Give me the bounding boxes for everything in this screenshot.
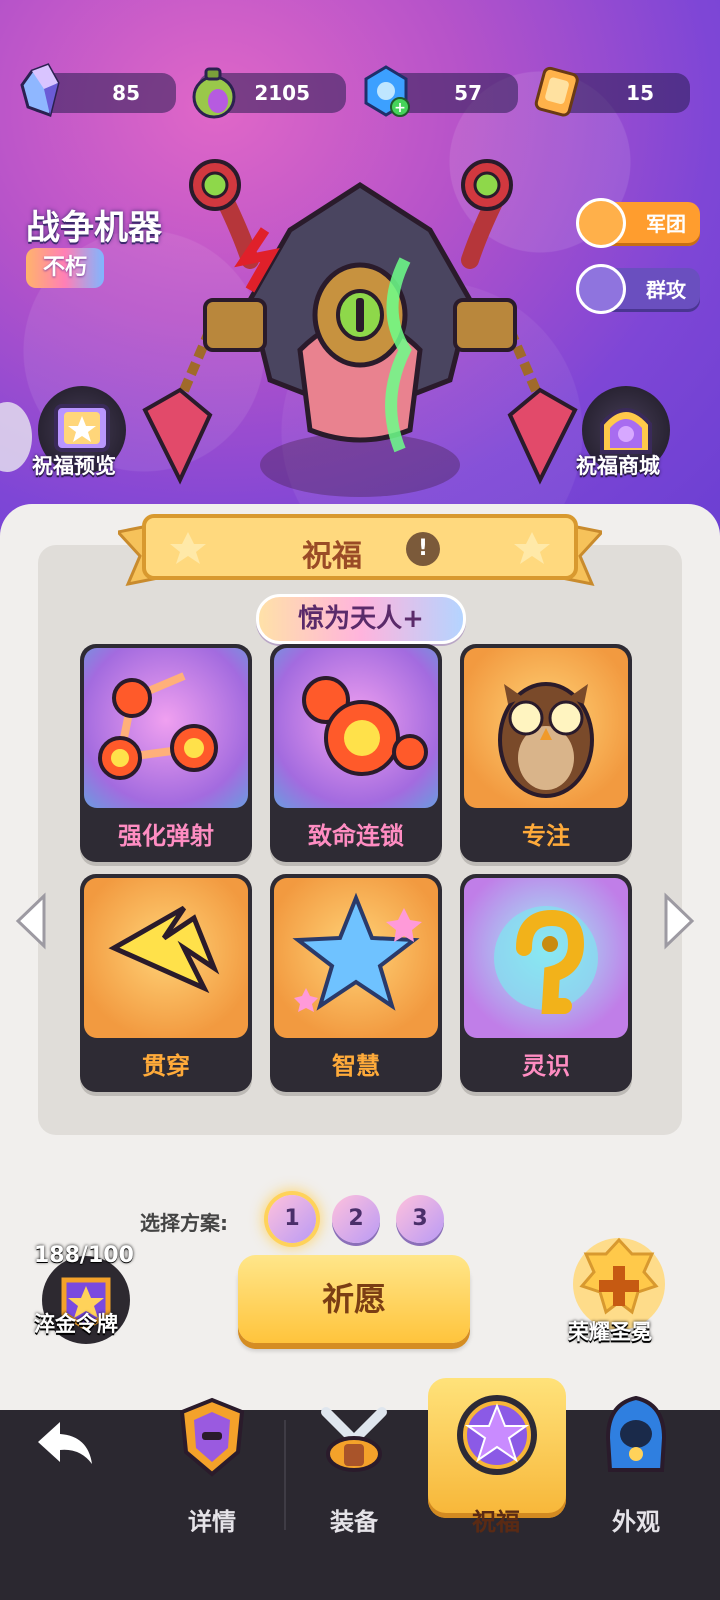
bounce-link-icon xyxy=(98,672,218,780)
nav-label-details[interactable]: 详情 xyxy=(152,1502,272,1537)
blessing-preview-label: 祝福预览 xyxy=(32,454,116,478)
rank-badge: 不朽 xyxy=(26,248,104,288)
blessing-card-pierce[interactable]: 贯穿 xyxy=(80,874,252,1092)
hooded-cloak-icon[interactable] xyxy=(600,1394,672,1474)
currency-crystal[interactable]: 85 xyxy=(20,63,176,117)
blessing-shop-label: 祝福商城 xyxy=(576,454,660,478)
group-attack-button-label: 群攻 xyxy=(646,278,686,302)
plan-label: 选择方案: xyxy=(140,1211,228,1235)
plan-option-1[interactable]: 1 xyxy=(268,1195,316,1243)
currency-crystal-value: 85 xyxy=(112,81,140,105)
svg-text:+: + xyxy=(394,100,406,116)
crossed-swords-icon[interactable] xyxy=(314,1400,394,1480)
plan-option-3[interactable]: 3 xyxy=(396,1195,444,1243)
blessing-card-enhanced-bounce[interactable]: 强化弹射 xyxy=(80,644,252,862)
panel-title: 祝福 xyxy=(302,539,362,574)
currency-potion-value: 2105 xyxy=(254,81,310,105)
blessing-card-focus[interactable]: 专注 xyxy=(460,644,632,862)
crown-name: 荣耀圣冕 xyxy=(568,1320,652,1344)
blessing-card-wisdom[interactable]: 智慧 xyxy=(270,874,442,1092)
legion-shield-icon xyxy=(576,198,626,248)
scroll-ticket-icon xyxy=(534,66,579,117)
boot-icon xyxy=(576,264,626,314)
nav-label-equipment[interactable]: 装备 xyxy=(294,1502,414,1537)
back-arrow-icon[interactable] xyxy=(34,1418,96,1470)
purple-star-icon[interactable] xyxy=(454,1392,540,1478)
currency-scroll[interactable]: 15 xyxy=(534,66,690,117)
nav-label-blessing[interactable]: 祝福 xyxy=(436,1502,556,1537)
owl-icon xyxy=(498,682,594,798)
currency-potion[interactable]: 2105 xyxy=(192,67,346,119)
currency-scroll-value: 15 xyxy=(626,81,654,105)
token-name: 淬金令牌 xyxy=(34,1312,118,1336)
previous-page-arrow-icon[interactable] xyxy=(14,892,50,950)
currency-hex-gem-value: 57 xyxy=(454,81,482,105)
nav-label-appearance[interactable]: 外观 xyxy=(576,1502,696,1537)
tier-badge: 惊为天人+ xyxy=(256,594,466,644)
card-label: 智慧 xyxy=(332,1052,380,1080)
crystal-star-icon xyxy=(292,892,422,1012)
currency-hex-gem[interactable]: + 57 xyxy=(364,65,518,117)
group-attack-button[interactable]: 群攻 xyxy=(576,264,700,314)
crystal-icon xyxy=(20,63,60,117)
helmet-shield-icon[interactable] xyxy=(176,1396,248,1478)
pray-button[interactable]: 祈愿 xyxy=(238,1255,470,1343)
next-page-arrow-icon[interactable] xyxy=(660,892,696,950)
card-label: 贯穿 xyxy=(142,1052,190,1080)
legion-button-label: 军团 xyxy=(646,212,686,236)
card-label: 强化弹射 xyxy=(118,822,214,850)
potion-icon xyxy=(192,67,236,119)
info-icon[interactable]: ! xyxy=(406,532,440,566)
legion-button[interactable]: 军团 xyxy=(576,198,700,248)
card-label: 专注 xyxy=(522,822,570,850)
war-machine-illustration xyxy=(142,159,578,497)
explosion-chain-icon xyxy=(302,676,428,776)
hex-gem-plus-icon: + xyxy=(364,65,410,117)
plan-option-2[interactable]: 2 xyxy=(332,1195,380,1243)
piercing-arrow-icon xyxy=(108,905,220,994)
nav-divider xyxy=(284,1420,286,1530)
token-count: 188/100 xyxy=(34,1243,134,1268)
blessing-card-spirit-sense[interactable]: 灵识 xyxy=(460,874,632,1092)
card-label: 灵识 xyxy=(522,1052,570,1080)
card-label: 致命连锁 xyxy=(308,822,404,850)
golden-spiral-icon xyxy=(494,906,598,1014)
blessing-card-deadly-chain[interactable]: 致命连锁 xyxy=(270,644,442,862)
